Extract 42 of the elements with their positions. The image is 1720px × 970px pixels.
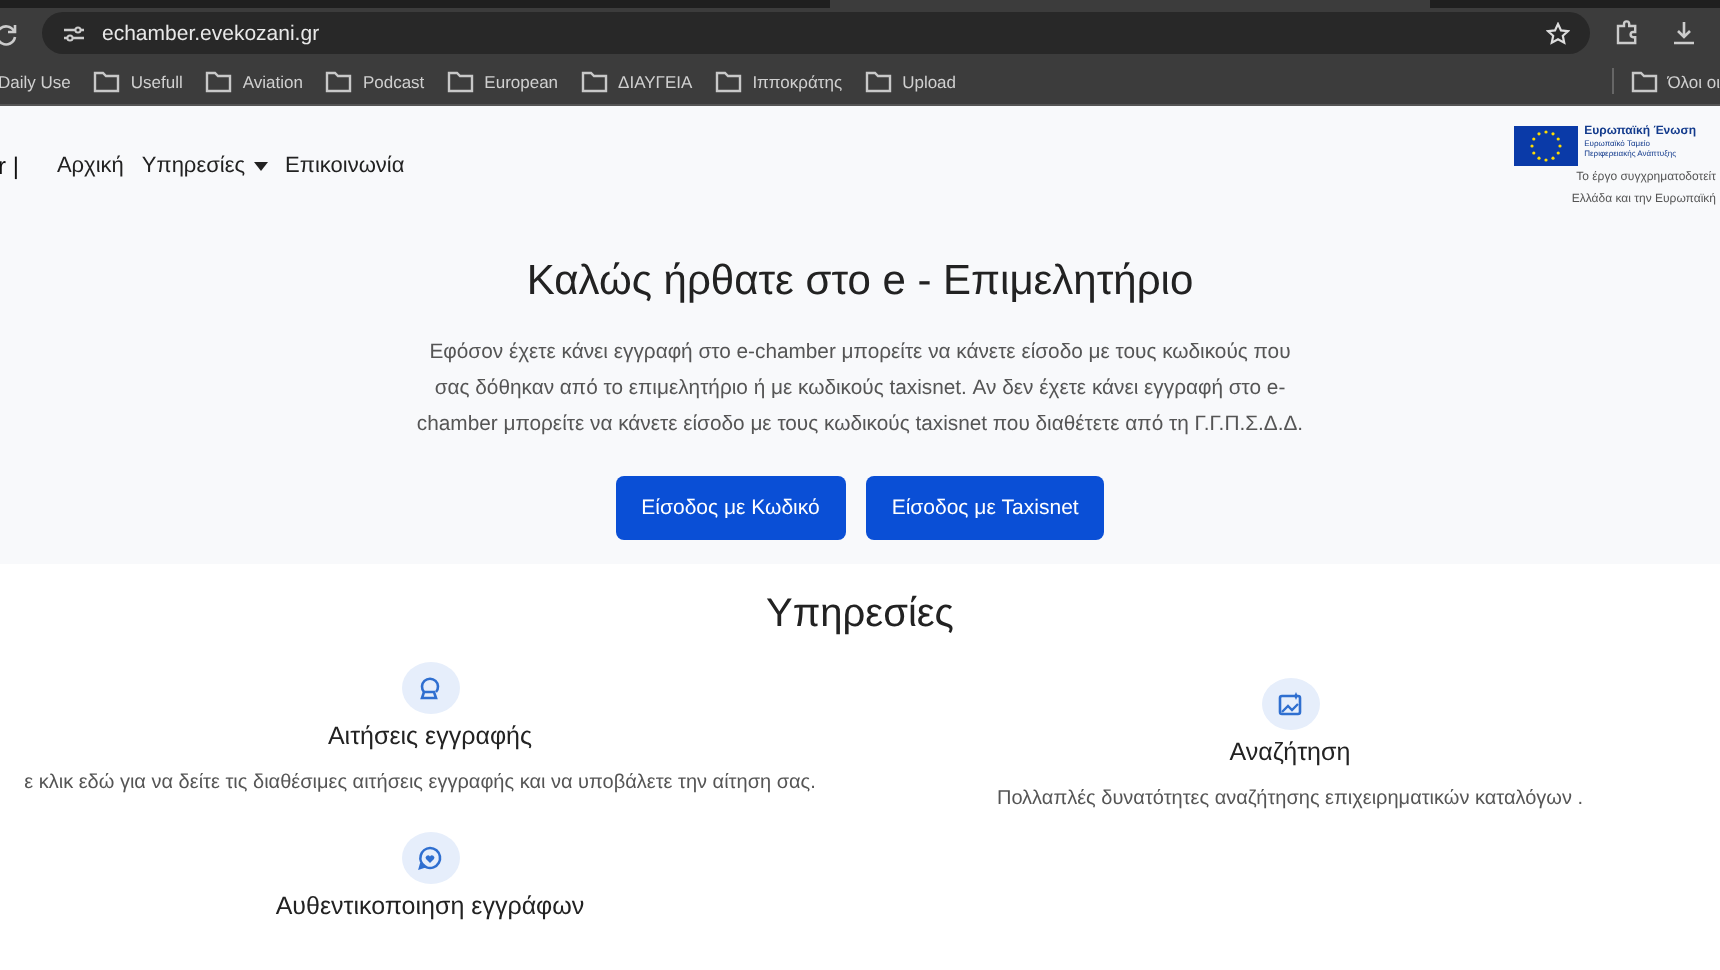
address-bar[interactable]: echamber.evekozani.gr (42, 12, 1590, 54)
hero-title: Καλώς ήρθατε στο e - Επιμελητήριο (526, 258, 1194, 306)
folder-icon (580, 68, 609, 94)
bookmark-item[interactable]: European (446, 68, 559, 94)
nav-link[interactable]: Επικοινωνία (285, 154, 405, 178)
reload-icon[interactable] (0, 21, 18, 45)
puzzle-icon[interactable] (1614, 20, 1640, 46)
bookmark-item[interactable]: Όλοι οι (1611, 68, 1720, 94)
hero-text: Εφόσον έχετε κάνει εγγραφή στο e-chamber μπορείτε να κάνετε είσοδο με τους κωδικούς που σας δόθηκαν από το επιμελητήριο ή με κωδικούς taxisnet. Αν δεν έχετε κάνει εγγραφή στο e-chamber μπορείτε να κάνετε είσοδο με τους κωδικούς taxisnet που διαθέτετε από τη Γ.Γ.Π.Σ.Δ.Δ. (414, 340, 1306, 440)
star-icon[interactable] (1546, 21, 1570, 45)
image-sparkle-icon (1261, 678, 1319, 730)
bookmark-item[interactable]: Upload (864, 68, 957, 94)
heart-bubble-icon (401, 832, 459, 884)
bookmark-item[interactable]: Aviation (204, 68, 303, 94)
folder-icon (204, 68, 233, 94)
site-settings-icon[interactable] (62, 23, 86, 43)
url-text: echamber.evekozani.gr (102, 21, 322, 45)
folder-icon (324, 68, 353, 94)
folder-icon (714, 68, 743, 94)
bookmark-item[interactable]: Usefull (92, 68, 183, 94)
nav-link[interactable]: Αρχική (56, 154, 124, 178)
service-title[interactable]: Αιτήσεις εγγραφής (327, 722, 533, 750)
bookmark-item[interactable]: Daily Use (0, 71, 71, 91)
service-title[interactable]: Αυθεντικοποιηση εγγράφων (275, 892, 585, 920)
folder-icon (1629, 68, 1658, 94)
login-button[interactable]: Είσοδος με Taxisnet (865, 476, 1105, 540)
service-title[interactable]: Αναζήτηση (1229, 738, 1351, 766)
folder-icon (92, 68, 121, 94)
download-icon[interactable] (1672, 20, 1696, 46)
bookmark-item[interactable]: ΔΙΑΥΓΕΙΑ (580, 68, 693, 94)
brand-text[interactable]: r | (0, 152, 19, 180)
folder-icon (446, 68, 475, 94)
caret-icon (253, 161, 268, 171)
bookmark-item[interactable]: Ιπποκράτης (714, 68, 843, 94)
bookmark-item[interactable]: Podcast (324, 68, 425, 94)
section-title: Υπηρεσίες (766, 592, 954, 638)
login-button[interactable]: Είσοδος με Κωδικό (615, 476, 846, 540)
folder-icon (864, 68, 893, 94)
service-description: ε κλικ εδώ για να δείτε τις διαθέσιμες αιτήσεις εγγραφής και να υποβάλετε την αίτηση σας. (22, 770, 818, 798)
service-description: Πολλαπλές δυνατότητες αναζήτησης επιχειρηματικών καταλόγων . (994, 786, 1586, 814)
eu-flag-icon (1514, 126, 1579, 166)
nav-link[interactable]: Υπηρεσίες (141, 154, 268, 178)
